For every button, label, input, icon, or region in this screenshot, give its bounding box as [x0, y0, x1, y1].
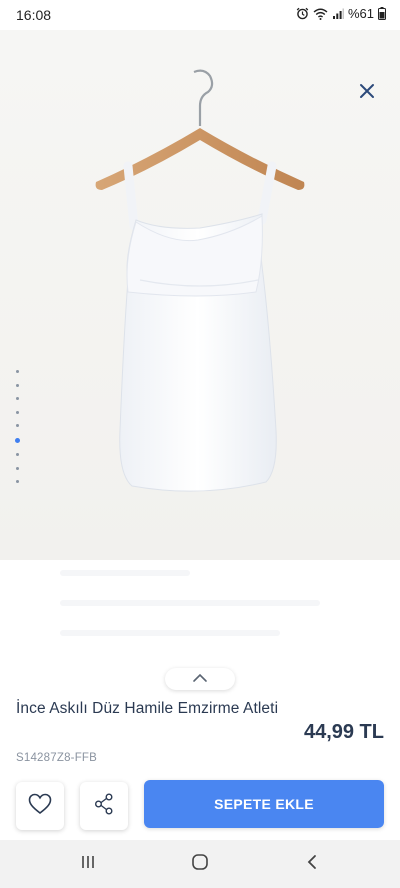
recent-apps-button[interactable]	[76, 852, 100, 876]
gallery-dot[interactable]	[15, 480, 19, 483]
system-nav-bar	[0, 840, 400, 888]
back-button[interactable]	[300, 852, 324, 876]
placeholder-line	[60, 630, 280, 636]
action-row: SEPETE EKLE	[0, 780, 400, 830]
home-icon	[191, 853, 209, 876]
heart-icon	[28, 793, 52, 820]
gallery-pagination[interactable]	[14, 370, 20, 494]
battery-icon	[378, 7, 386, 20]
status-bar: 16:08 %61	[0, 0, 400, 30]
details-placeholder	[0, 560, 400, 670]
favorite-button[interactable]	[16, 782, 64, 830]
placeholder-line	[60, 600, 320, 606]
product-image-gallery[interactable]	[0, 30, 400, 560]
placeholder-line	[60, 570, 190, 576]
recent-apps-icon	[80, 854, 96, 875]
home-button[interactable]	[188, 852, 212, 876]
close-button[interactable]	[352, 78, 382, 108]
signal-icon	[332, 8, 344, 20]
wifi-icon	[313, 8, 328, 20]
share-button[interactable]	[80, 782, 128, 830]
back-icon	[306, 854, 318, 875]
add-to-cart-button[interactable]: SEPETE EKLE	[144, 780, 384, 828]
gallery-dot[interactable]	[15, 466, 19, 470]
gallery-dot[interactable]	[15, 370, 19, 373]
status-icons: %61	[296, 6, 386, 21]
product-sku: S14287Z8-FFB	[16, 752, 98, 764]
gallery-dot[interactable]	[15, 424, 19, 427]
gallery-dot[interactable]	[15, 410, 19, 414]
close-icon	[359, 83, 375, 104]
product-photo	[0, 30, 400, 560]
gallery-dot-active[interactable]	[14, 437, 20, 443]
expand-details-handle[interactable]	[165, 668, 235, 690]
share-icon	[94, 793, 114, 820]
gallery-dot[interactable]	[15, 383, 19, 387]
gallery-dot[interactable]	[15, 397, 19, 400]
gallery-dot[interactable]	[15, 453, 19, 456]
product-name: İnce Askılı Düz Hamile Emzirme Atleti	[16, 700, 279, 717]
chevron-up-icon	[192, 670, 208, 688]
battery-percent: %61	[347, 6, 374, 21]
product-price: 44,99 TL	[303, 721, 384, 743]
status-time: 16:08	[16, 7, 52, 23]
alarm-icon	[296, 7, 309, 20]
